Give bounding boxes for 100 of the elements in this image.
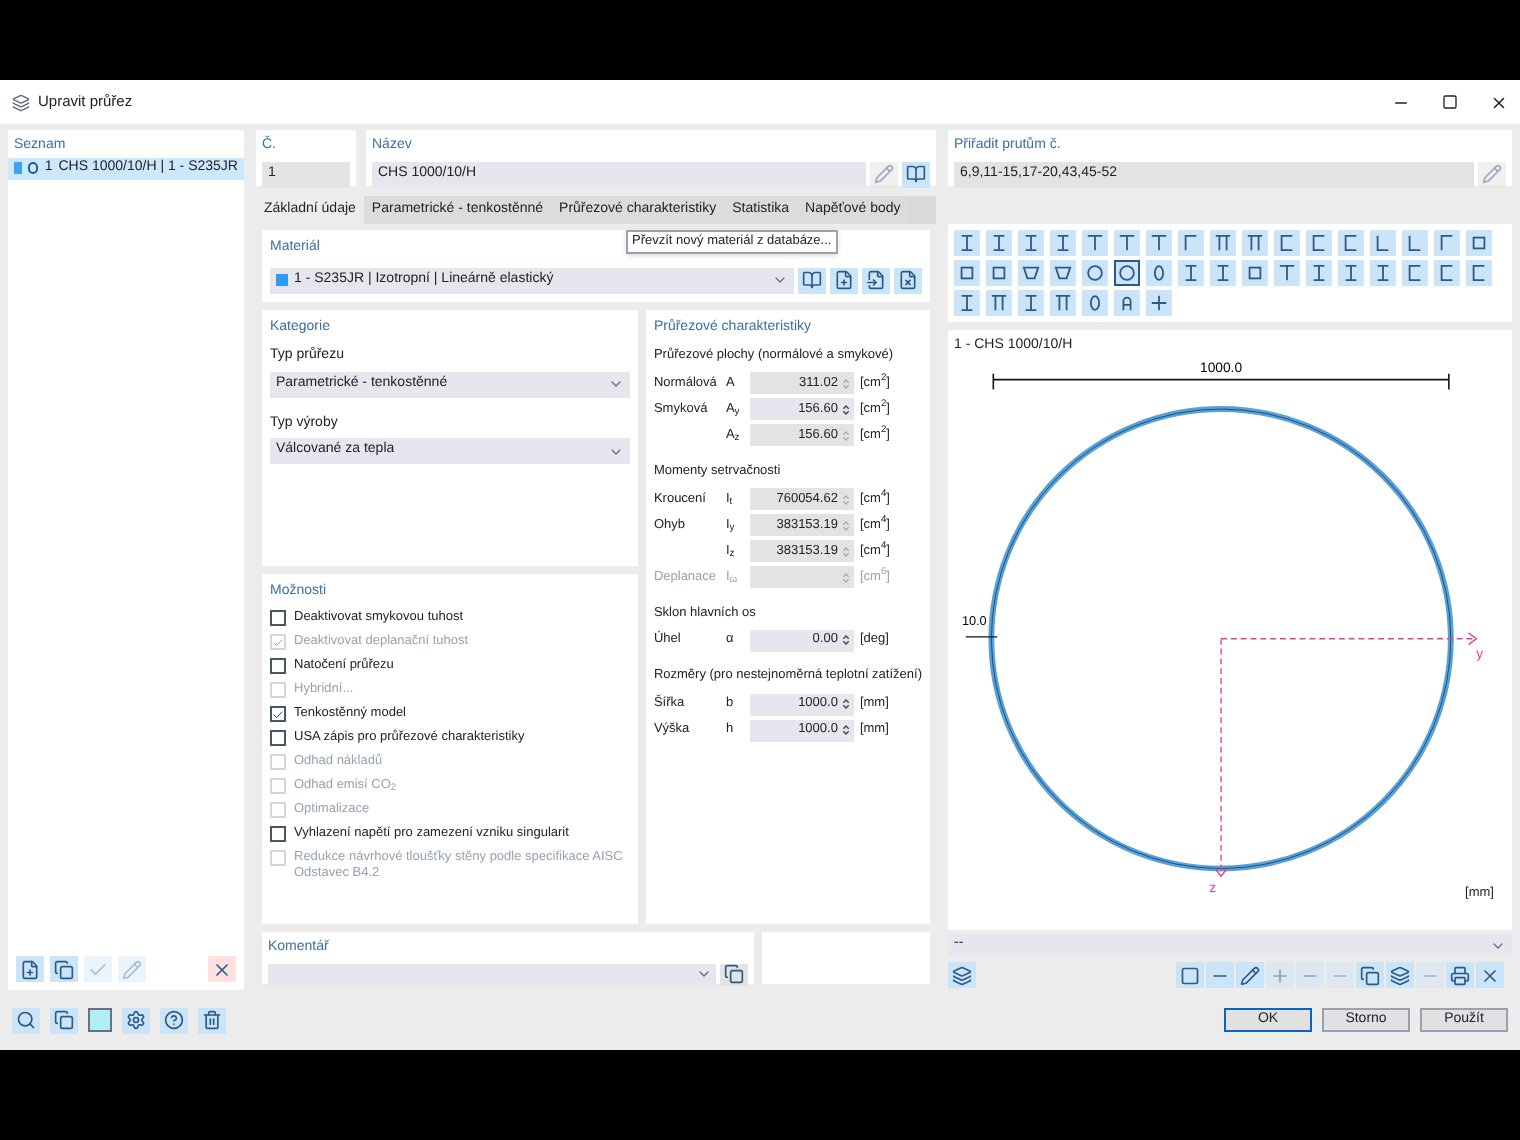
search-button[interactable] — [12, 1007, 40, 1033]
i-beam-icon — [958, 234, 976, 252]
pi-icon — [1054, 294, 1072, 312]
shape-button[interactable] — [1338, 260, 1364, 286]
shape-button[interactable] — [1306, 260, 1332, 286]
shape-button[interactable] — [1018, 260, 1044, 286]
new-button[interactable] — [16, 956, 44, 982]
frame-icon — [1180, 965, 1200, 985]
edit-button[interactable] — [1236, 962, 1264, 988]
checkbox[interactable] — [270, 658, 286, 674]
plus-icon — [1150, 294, 1168, 312]
shape-button[interactable] — [1082, 260, 1108, 286]
oval-icon — [1086, 294, 1104, 312]
close-icon[interactable] — [1490, 93, 1508, 111]
layers-icon — [952, 965, 972, 985]
checkbox[interactable] — [270, 706, 286, 722]
edit-icon — [122, 959, 142, 979]
toggle-button[interactable] — [88, 1008, 112, 1032]
new-material-button[interactable] — [830, 267, 858, 293]
check-icon — [272, 707, 284, 721]
checkbox[interactable] — [270, 730, 286, 746]
arch-icon — [1118, 294, 1136, 312]
spinner-icon[interactable] — [841, 724, 850, 736]
delete-button[interactable] — [208, 956, 236, 982]
maximize-icon[interactable] — [1442, 94, 1458, 110]
t-beam-icon — [1278, 264, 1296, 282]
edit-material-button[interactable] — [862, 267, 890, 293]
spinner-icon[interactable] — [841, 698, 850, 710]
shape-button[interactable] — [1018, 290, 1044, 316]
search-icon — [16, 1010, 36, 1030]
settings-button[interactable] — [122, 1007, 150, 1033]
box-icon — [958, 264, 976, 282]
delete-icon — [212, 959, 232, 979]
delete-material-button[interactable] — [894, 267, 922, 293]
shape-button[interactable] — [1210, 230, 1236, 256]
shape-button[interactable] — [986, 230, 1012, 256]
app-icon — [12, 93, 30, 111]
shape-button[interactable] — [1114, 290, 1140, 316]
shape-button[interactable] — [1370, 230, 1396, 256]
angle-top-icon — [1182, 234, 1200, 252]
shape-button[interactable] — [1242, 260, 1268, 286]
shape-button[interactable] — [1242, 230, 1268, 256]
layers-button[interactable] — [948, 962, 976, 988]
shape-button[interactable] — [1274, 260, 1300, 286]
i-beam-icon — [1374, 264, 1392, 282]
shape-button[interactable] — [954, 290, 980, 316]
copy-button[interactable] — [720, 963, 748, 985]
checkbox[interactable] — [270, 610, 286, 626]
spinner-icon[interactable] — [841, 634, 850, 647]
settings-icon — [126, 1010, 146, 1030]
shape-button[interactable] — [1306, 230, 1332, 256]
frame-button[interactable] — [1176, 962, 1204, 988]
copy-button[interactable] — [50, 956, 78, 982]
i-beam-icon — [1022, 234, 1040, 252]
shape-button[interactable] — [986, 290, 1012, 316]
shape-button[interactable] — [1402, 260, 1428, 286]
box-icon — [1470, 234, 1488, 252]
shape-button[interactable] — [1050, 260, 1076, 286]
shape-button[interactable] — [1274, 230, 1300, 256]
shape-button[interactable] — [1114, 230, 1140, 256]
shape-button[interactable] — [1050, 290, 1076, 316]
t-beam-icon — [1118, 234, 1136, 252]
shape-button[interactable] — [954, 230, 980, 256]
shape-button[interactable] — [1146, 290, 1172, 316]
shape-button[interactable] — [1434, 260, 1460, 286]
checkbox[interactable] — [270, 826, 286, 842]
help-icon — [164, 1010, 184, 1030]
shape-button[interactable] — [1178, 260, 1204, 286]
shape-button[interactable] — [1082, 290, 1108, 316]
shape-button[interactable] — [1146, 260, 1172, 286]
shape-button[interactable] — [986, 260, 1012, 286]
library-icon — [906, 164, 926, 184]
shape-button[interactable] — [1338, 230, 1364, 256]
shape-button[interactable] — [1018, 230, 1044, 256]
shape-button[interactable] — [1402, 230, 1428, 256]
print-button[interactable] — [1446, 962, 1474, 988]
reset-button[interactable] — [1476, 962, 1504, 988]
pi-icon — [990, 294, 1008, 312]
library-button[interactable] — [798, 267, 826, 293]
pi-icon — [1246, 234, 1264, 252]
shape-button[interactable] — [1370, 260, 1396, 286]
shape-button[interactable] — [954, 260, 980, 286]
shape-button[interactable] — [1210, 260, 1236, 286]
print-icon — [1450, 965, 1470, 985]
shape-button[interactable] — [1082, 230, 1108, 256]
shape-button[interactable] — [1466, 260, 1492, 286]
i-beam-icon — [958, 294, 976, 312]
shape-button[interactable] — [1178, 230, 1204, 256]
i-beam-icon — [1342, 264, 1360, 282]
chevron-icon — [772, 272, 788, 288]
shape-button[interactable] — [1050, 230, 1076, 256]
shape-button[interactable] — [1434, 230, 1460, 256]
shape-button[interactable] — [1466, 230, 1492, 256]
i-beam-icon — [1214, 264, 1232, 282]
copy-icon — [724, 964, 744, 984]
spinner-icon[interactable] — [841, 403, 850, 416]
help-button[interactable] — [160, 1007, 188, 1033]
shape-button[interactable] — [1146, 230, 1172, 256]
shape-button[interactable] — [1114, 260, 1140, 286]
library-button[interactable] — [902, 161, 930, 187]
